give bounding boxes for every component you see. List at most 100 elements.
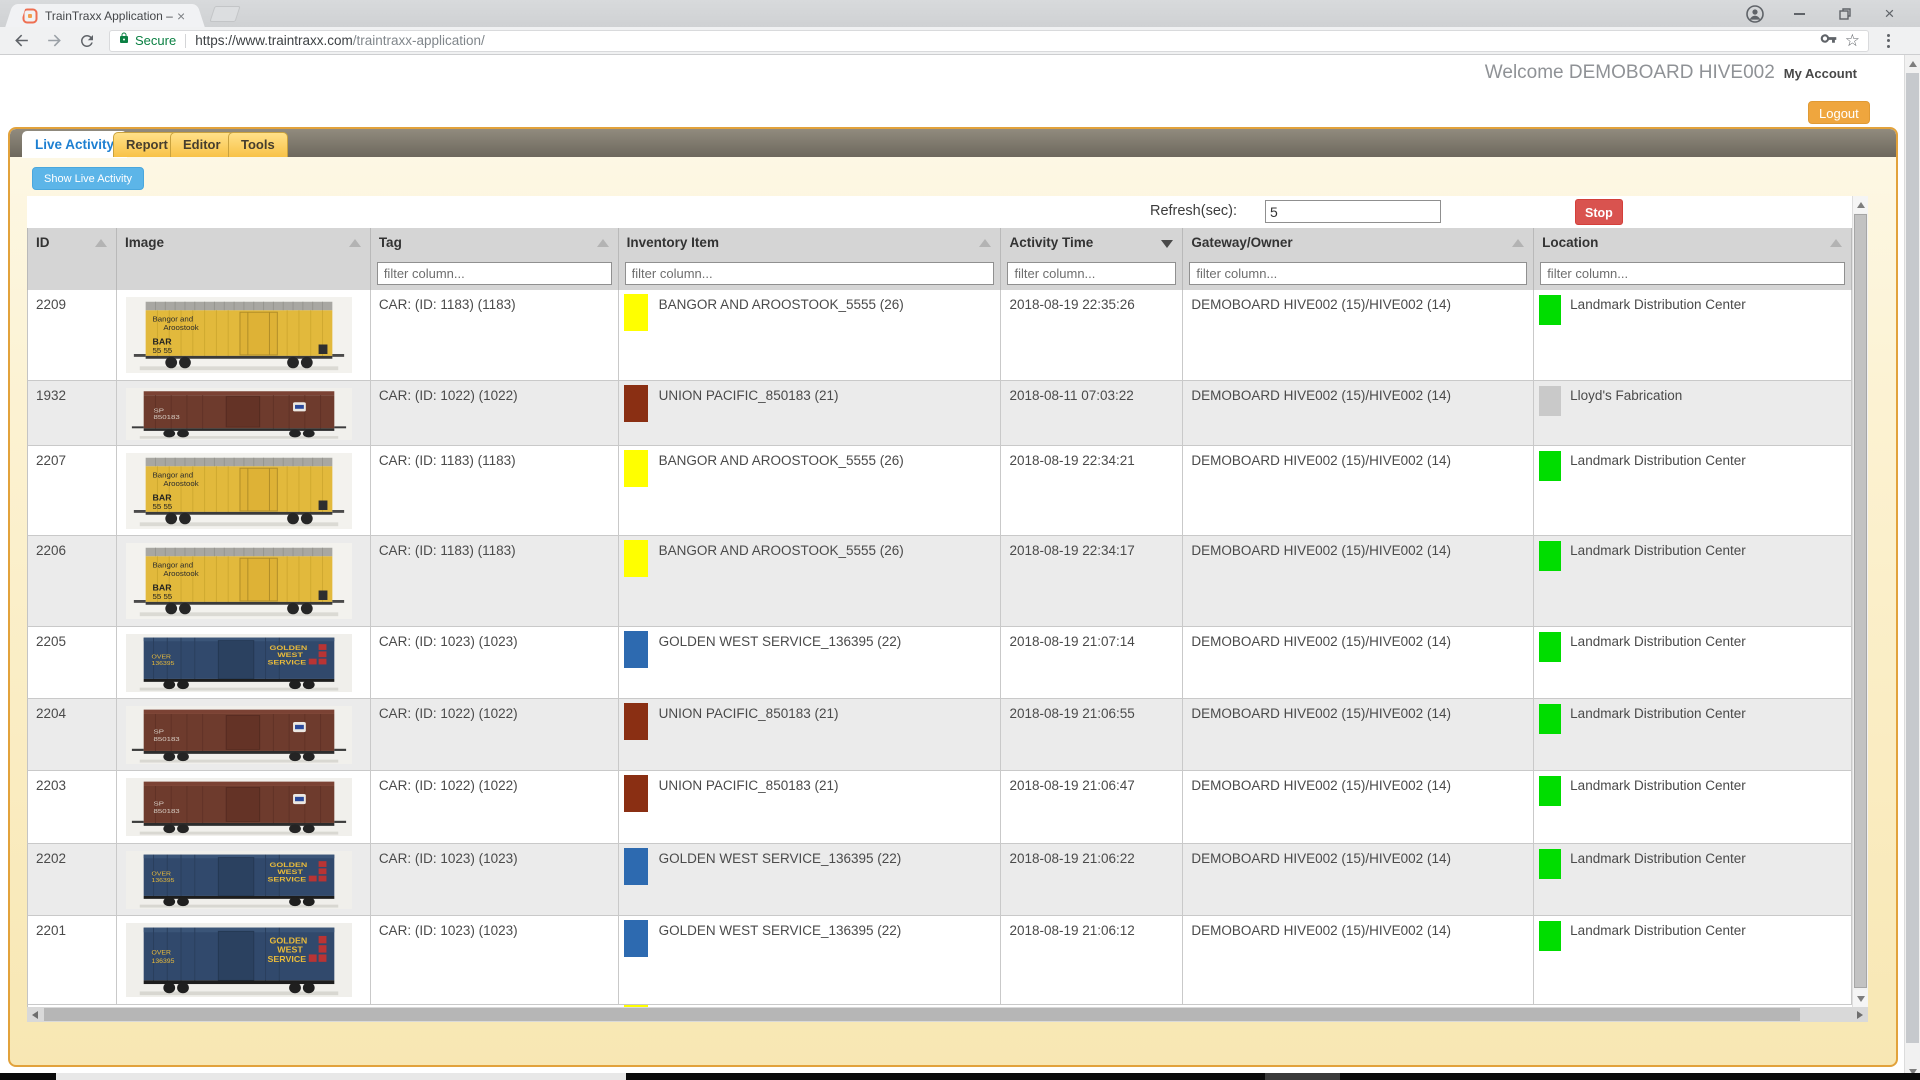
table-scrollbar-thumb[interactable]: [1854, 214, 1867, 988]
url-text: https://www.traintraxx.com/traintraxx-ap…: [195, 33, 1820, 48]
back-icon[interactable]: [9, 29, 33, 53]
cell-tag: CAR: (ID: 1023) (1023): [371, 844, 619, 915]
cell-tag: CAR: (ID: 1023) (1023): [371, 916, 619, 1004]
train-car-photo: [126, 543, 352, 619]
filter-input-location[interactable]: [1540, 262, 1845, 285]
browser-scrollbar-thumb[interactable]: [1906, 73, 1919, 1043]
table-row[interactable]: 2204 CAR: (ID: 1022) (1022) UNION PACIFI…: [27, 699, 1852, 771]
app-container: Live Activity Report Editor Tools Show L…: [8, 127, 1898, 1067]
cell-image: [117, 627, 371, 698]
cell-activity-time: 2018-08-19 21:07:14: [1001, 627, 1183, 698]
table-hscrollbar-thumb[interactable]: [44, 1008, 1800, 1021]
show-live-activity-button[interactable]: Show Live Activity: [32, 167, 144, 190]
scroll-down-icon[interactable]: [1853, 990, 1868, 1007]
location-color-swatch: [1539, 386, 1561, 416]
cell-image: [117, 699, 371, 770]
new-tab-button[interactable]: [209, 6, 240, 22]
scroll-up-icon[interactable]: [1905, 55, 1920, 72]
cell-tag: CAR: (ID: 1183) (1183): [371, 290, 619, 380]
train-car-photo: [126, 706, 352, 764]
scroll-up-icon[interactable]: [1853, 196, 1868, 213]
reload-icon[interactable]: [75, 29, 99, 53]
cell-activity-time: 2018-08-19 21:06:22: [1001, 844, 1183, 915]
location-color-swatch: [1539, 849, 1561, 879]
cell-activity-time: 2018-08-19 21:06:55: [1001, 699, 1183, 770]
tab-editor[interactable]: Editor: [170, 132, 234, 157]
key-icon[interactable]: [1820, 30, 1837, 52]
page-content: Welcome DEMOBOARD HIVE002 My Account Log…: [0, 55, 1904, 1073]
column-header-id[interactable]: ID: [28, 228, 117, 258]
cell-location: Landmark Distribution Center: [1534, 916, 1852, 1004]
table-row[interactable]: 2209 CAR: (ID: 1183) (1183) BANGOR AND A…: [27, 290, 1852, 381]
cell-activity-time: 2018-08-19 21:06:12: [1001, 916, 1183, 1004]
column-header-activity-time[interactable]: Activity Time: [1001, 228, 1183, 258]
inventory-color-swatch: [624, 385, 648, 422]
cell-inventory-item: BANGOR AND AROOSTOOK_5555 (26): [619, 446, 1002, 535]
scroll-left-icon[interactable]: [27, 1007, 43, 1022]
cell-inventory-item: GOLDEN WEST SERVICE_136395 (22): [619, 844, 1002, 915]
taskbar-segment: [1265, 1073, 1340, 1080]
cell-id: 2203: [28, 771, 117, 843]
cell-activity-time: 2018-08-19 22:34:21: [1001, 446, 1183, 535]
location-color-swatch: [1539, 776, 1561, 806]
cell-inventory-item: UNION PACIFIC_850183 (21): [619, 771, 1002, 843]
cell-location: Lloyd's Fabrication: [1534, 381, 1852, 445]
filter-input-tag[interactable]: [377, 262, 612, 285]
cell-activity-time: 2018-08-19 21:06:47: [1001, 771, 1183, 843]
browser-tab[interactable]: TrainTraxx Application – T ×: [16, 4, 194, 27]
tab-tools[interactable]: Tools: [228, 132, 288, 157]
table-body: 2209 CAR: (ID: 1183) (1183) BANGOR AND A…: [27, 290, 1852, 1005]
inventory-color-swatch: [624, 540, 648, 577]
tab-close-icon[interactable]: ×: [177, 9, 185, 23]
browser-vertical-scrollbar[interactable]: [1904, 55, 1920, 1080]
my-account-link[interactable]: My Account: [1784, 66, 1857, 81]
column-header-inventory-item[interactable]: Inventory Item: [619, 228, 1002, 258]
cell-location: Landmark Distribution Center: [1534, 290, 1852, 380]
stop-button[interactable]: Stop: [1575, 199, 1623, 225]
column-header-gateway-owner[interactable]: Gateway/Owner: [1183, 228, 1534, 258]
logout-button[interactable]: Logout: [1808, 101, 1870, 124]
table-row[interactable]: 2202 CAR: (ID: 1023) (1023) GOLDEN WEST …: [27, 844, 1852, 916]
refresh-seconds-input[interactable]: [1265, 200, 1441, 223]
cell-id: 2206: [28, 536, 117, 626]
window-restore-button[interactable]: [1822, 0, 1867, 27]
cell-location: Landmark Distribution Center: [1534, 627, 1852, 698]
tab-live-activity[interactable]: Live Activity: [22, 131, 127, 158]
table-row[interactable]: 2203 CAR: (ID: 1022) (1022) UNION PACIFI…: [27, 771, 1852, 844]
window-minimize-button[interactable]: [1777, 0, 1822, 27]
column-header-location[interactable]: Location: [1534, 228, 1852, 258]
cell-id: 2204: [28, 699, 117, 770]
bookmark-star-icon[interactable]: ☆: [1845, 31, 1860, 51]
table-header-row: ID Image Tag Inventory Item Activity Tim…: [27, 228, 1852, 258]
cell-id: 2207: [28, 446, 117, 535]
forward-icon[interactable]: [42, 29, 66, 53]
cell-location: Landmark Distribution Center: [1534, 699, 1852, 770]
table-row[interactable]: 2205 CAR: (ID: 1023) (1023) GOLDEN WEST …: [27, 627, 1852, 699]
inventory-color-swatch: [624, 703, 648, 740]
cell-image: [117, 381, 371, 445]
table-row[interactable]: 2206 CAR: (ID: 1183) (1183) BANGOR AND A…: [27, 536, 1852, 627]
filter-input-activity-time[interactable]: [1007, 262, 1176, 285]
filter-input-gateway-owner[interactable]: [1189, 262, 1527, 285]
table-row[interactable]: 2201 CAR: (ID: 1023) (1023) GOLDEN WEST …: [27, 916, 1852, 1005]
train-car-photo: [126, 297, 352, 373]
sort-up-icon: [95, 239, 107, 247]
table-row[interactable]: 2207 CAR: (ID: 1183) (1183) BANGOR AND A…: [27, 446, 1852, 536]
filter-input-inventory-item[interactable]: [625, 262, 995, 285]
train-car-photo: [126, 388, 352, 440]
scroll-right-icon[interactable]: [1852, 1007, 1868, 1022]
column-header-image[interactable]: Image: [117, 228, 371, 258]
refresh-bar: Refresh(sec): Stop: [27, 196, 1852, 228]
inventory-color-swatch: [624, 631, 648, 668]
cell-image: [117, 771, 371, 843]
table-vertical-scrollbar[interactable]: [1852, 196, 1868, 1007]
address-bar[interactable]: Secure https://www.traintraxx.com/traint…: [109, 30, 1869, 52]
column-header-tag[interactable]: Tag: [371, 228, 619, 258]
window-close-button[interactable]: ×: [1867, 0, 1912, 27]
browser-menu-icon[interactable]: [1878, 34, 1898, 48]
table-horizontal-scrollbar[interactable]: [27, 1007, 1868, 1022]
table-row[interactable]: 1932 CAR: (ID: 1022) (1022) UNION PACIFI…: [27, 381, 1852, 446]
profile-icon[interactable]: [1732, 0, 1777, 27]
location-color-swatch: [1539, 704, 1561, 734]
train-car-photo: [126, 453, 352, 529]
